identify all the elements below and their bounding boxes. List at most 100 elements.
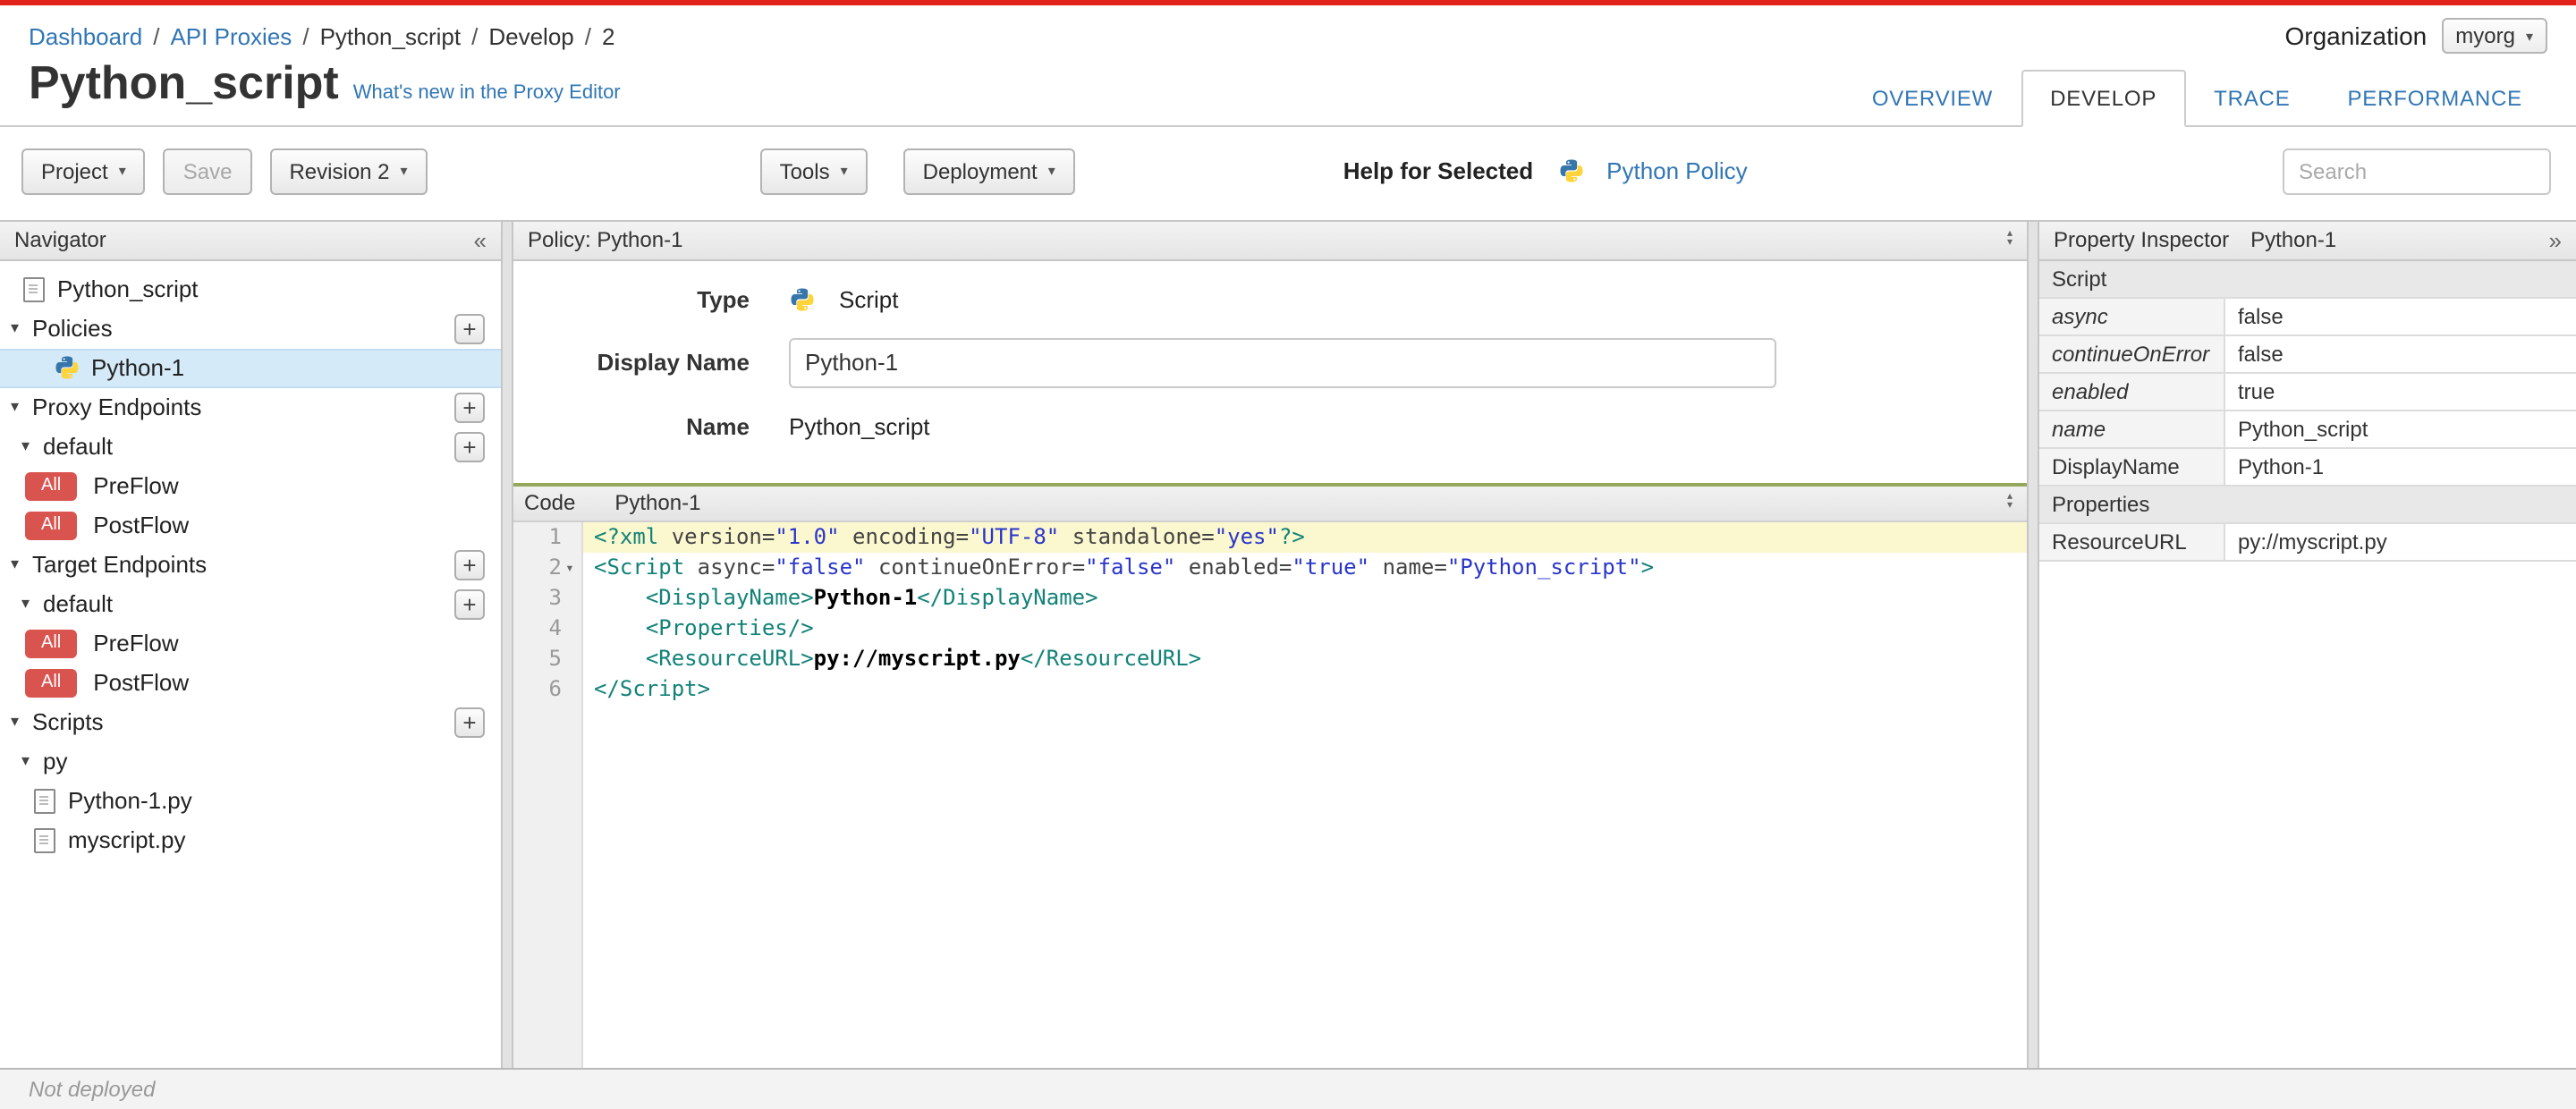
nav-item-python-1[interactable]: Python-1 — [0, 348, 501, 388]
code-token: name= — [1382, 554, 1447, 580]
nav-item-scripts[interactable]: ▾ Scripts + — [0, 702, 501, 741]
tab-develop[interactable]: DEVELOP — [2021, 69, 2186, 127]
app-root: Dashboard / API Proxies / Python_script / Deve… — [0, 0, 2576, 1109]
revision-menu-label: Revision 2 — [289, 158, 390, 184]
whats-new-link[interactable]: What's new in the Proxy Editor — [353, 82, 621, 104]
python-icon — [54, 354, 80, 381]
name-label: Name — [686, 412, 750, 440]
property-value[interactable]: true — [2225, 373, 2576, 409]
python-policy-help-label: Python Policy — [1606, 157, 1748, 185]
line-number: 3 — [548, 584, 562, 610]
navigator-tree: Python_script ▾ Policies + Python-1 ▾ Proxy E… — [0, 260, 501, 859]
page-title: Python_script — [29, 55, 339, 109]
property-value[interactable]: false — [2225, 335, 2576, 371]
code-line-4: <Properties/> — [583, 613, 2027, 643]
display-name-input[interactable] — [789, 337, 1776, 388]
chevron-down-icon: ▾ — [11, 554, 20, 573]
breadcrumb-separator: / — [153, 22, 160, 49]
save-button[interactable]: Save — [163, 148, 252, 195]
header-row: Dashboard / API Proxies / Python_script / Deve… — [0, 5, 2576, 57]
tools-menu-button[interactable]: Tools ▾ — [759, 148, 868, 195]
add-button[interactable]: + — [454, 431, 485, 462]
flow-condition-badge: All — [25, 511, 78, 540]
code-editor[interactable]: 1 2 ▾ 3 4 5 6 <?xml version="1.0" encoding="UT… — [513, 521, 2027, 1068]
nav-item-preflow[interactable]: All PreFlow — [0, 466, 501, 505]
organization-area: Organization myorg ▾ — [2284, 18, 2547, 54]
add-button[interactable]: + — [454, 392, 485, 423]
property-value[interactable]: Python_script — [2225, 411, 2576, 446]
code-token: <Script — [594, 554, 685, 580]
code-line-3: <DisplayName>Python-1</DisplayName> — [583, 582, 2027, 613]
property-inspector-subtitle: Python-1 — [2250, 227, 2337, 253]
line-number: 6 — [548, 675, 562, 701]
code-token: enabled= — [1188, 554, 1292, 580]
code-token: "false" — [1085, 554, 1176, 580]
nav-item-preflow[interactable]: All PreFlow — [0, 623, 501, 663]
property-section-label: Properties — [2052, 491, 2150, 517]
deployment-menu-label: Deployment — [922, 158, 1038, 184]
add-button[interactable]: + — [454, 588, 485, 620]
display-name-row: Display Name — [513, 337, 2027, 388]
panel-resize-icon[interactable]: ▴ ▾ — [2007, 492, 2012, 512]
code-token: <?xml — [594, 523, 659, 549]
chevron-down-icon: ▾ — [11, 397, 20, 416]
collapse-right-icon[interactable]: » — [2549, 228, 2562, 251]
chevron-down-icon: ▾ — [11, 712, 20, 731]
nav-item-policies[interactable]: ▾ Policies + — [0, 309, 501, 348]
nav-item-myscript-py[interactable]: myscript.py — [0, 820, 501, 859]
nav-item-postflow[interactable]: All PostFlow — [0, 663, 501, 702]
property-value[interactable]: py://myscript.py — [2225, 523, 2576, 559]
property-value[interactable]: false — [2225, 298, 2576, 334]
add-button[interactable]: + — [454, 549, 485, 580]
property-row-resourceurl: ResourceURL py://myscript.py — [2039, 523, 2576, 562]
type-label: Type — [697, 285, 750, 313]
nav-item-py[interactable]: ▾ py — [0, 741, 501, 781]
fold-toggle-icon[interactable]: ▾ — [562, 552, 578, 582]
deployment-menu-button[interactable]: Deployment ▾ — [902, 148, 1075, 195]
inspector-splitter[interactable] — [2027, 221, 2039, 1068]
nav-item-python-1-py[interactable]: Python-1.py — [0, 781, 501, 820]
tab-trace[interactable]: TRACE — [2185, 69, 2318, 126]
toolbar: Project ▾ Save Revision 2 ▾ Tools ▾ Depl… — [0, 126, 2576, 219]
search-input[interactable] — [2283, 148, 2551, 195]
code-token: "true" — [1292, 554, 1370, 580]
code-token: Python-1 — [813, 584, 918, 610]
help-for-selected-label: Help for Selected — [1343, 157, 1534, 185]
nav-item-default[interactable]: ▾ default + — [0, 427, 501, 466]
organization-label: Organization — [2284, 21, 2428, 50]
property-value[interactable]: Python-1 — [2225, 448, 2576, 484]
panel-resize-icon[interactable]: ▴ ▾ — [2007, 229, 2012, 249]
nav-item-proxy-endpoints[interactable]: ▾ Proxy Endpoints + — [0, 387, 501, 427]
project-menu-button[interactable]: Project ▾ — [21, 148, 146, 195]
nav-item-python-script[interactable]: Python_script — [0, 269, 501, 309]
code-token: "1.0" — [775, 523, 840, 549]
nav-item-default[interactable]: ▾ default + — [0, 584, 501, 623]
python-policy-help-link[interactable]: Python Policy — [1558, 157, 1748, 184]
code-token: </ResourceURL> — [1020, 645, 1202, 671]
tab-performance[interactable]: PERFORMANCE — [2319, 69, 2552, 126]
add-button[interactable]: + — [454, 707, 485, 738]
chevron-down-icon: ▾ — [118, 163, 126, 180]
organization-select[interactable]: myorg ▾ — [2441, 18, 2547, 54]
tab-overview[interactable]: OVERVIEW — [1843, 69, 2021, 126]
policy-panel: Policy: Python-1 ▴ ▾ Type Script Display — [513, 221, 2027, 1068]
property-row-name: name Python_script — [2039, 411, 2576, 449]
nav-item-postflow[interactable]: All PostFlow — [0, 505, 501, 545]
code-header: Code Python-1 ▴ ▾ — [513, 486, 2027, 522]
revision-menu-button[interactable]: Revision 2 ▾ — [269, 148, 428, 195]
add-button[interactable]: + — [454, 313, 485, 344]
nav-item-label: py — [43, 748, 68, 775]
breadcrumb-item-dashboard[interactable]: Dashboard — [29, 22, 142, 49]
nav-item-target-endpoints[interactable]: ▾ Target Endpoints + — [0, 545, 501, 584]
policy-form: Type Script Display Name Name Python_scr… — [513, 260, 2027, 482]
code-line-2: <Script async="false" continueOnError="f… — [583, 552, 2027, 582]
breadcrumb-item-develop: Develop — [488, 22, 574, 49]
property-row-continueonerror: continueOnError false — [2039, 335, 2576, 374]
collapse-left-icon[interactable]: « — [474, 228, 487, 251]
breadcrumb-item-api-proxies[interactable]: API Proxies — [170, 22, 292, 49]
navigator-title: Navigator — [14, 227, 106, 253]
navigator-splitter[interactable] — [501, 221, 513, 1068]
